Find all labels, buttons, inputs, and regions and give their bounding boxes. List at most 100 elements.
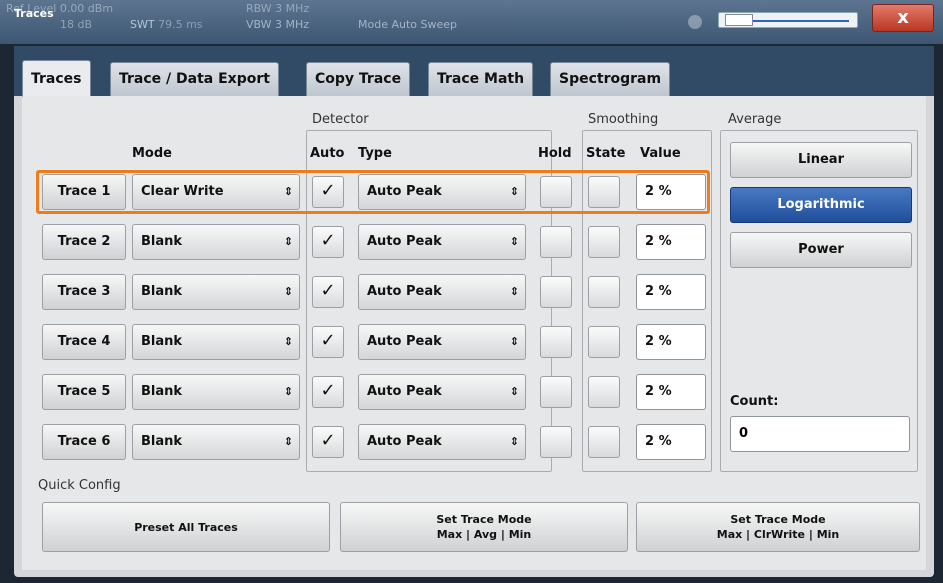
mode-text: Mode Auto Sweep <box>358 18 457 31</box>
hold-checkbox[interactable] <box>540 176 572 208</box>
trace-mode-select[interactable]: Blank ⇕ <box>132 274 300 310</box>
tab-trace-math[interactable]: Trace Math <box>428 62 534 96</box>
smoothing-value-input[interactable]: 2 % <box>636 224 706 260</box>
mode-column-header: Mode <box>132 146 172 161</box>
rbw-text: RBW 3 MHz <box>246 2 310 15</box>
smoothing-state-checkbox[interactable] <box>588 276 620 308</box>
average-header: Average <box>728 112 782 127</box>
tab-strip: Traces Trace / Data Export Copy Trace Tr… <box>14 46 934 98</box>
average-logarithmic-button[interactable]: Logarithmic <box>730 187 912 223</box>
average-linear-button[interactable]: Linear <box>730 142 912 178</box>
smoothing-state-checkbox[interactable] <box>588 376 620 408</box>
type-column-header: Type <box>358 146 392 161</box>
smoothing-value-input[interactable]: 2 % <box>636 174 706 210</box>
trace-mode-value: Blank <box>141 234 183 249</box>
detector-type-select[interactable]: Auto Peak ⇕ <box>358 174 526 210</box>
detector-type-select[interactable]: Auto Peak ⇕ <box>358 424 526 460</box>
tab-trace-data-export[interactable]: Trace / Data Export <box>110 62 279 96</box>
checkmark-icon: ✓ <box>320 280 336 301</box>
updown-arrow-icon: ⇕ <box>509 185 519 198</box>
smoothing-state-checkbox[interactable] <box>588 326 620 358</box>
smoothing-value-input[interactable]: 2 % <box>636 424 706 460</box>
trace-mode-select[interactable]: Blank ⇕ <box>132 424 300 460</box>
preset-all-traces-button[interactable]: Preset All Traces <box>42 502 330 552</box>
detector-type-select[interactable]: Auto Peak ⇕ <box>358 374 526 410</box>
smoothing-state-checkbox[interactable] <box>588 226 620 258</box>
transparency-slider[interactable] <box>718 12 858 28</box>
detector-type-value: Auto Peak <box>367 234 442 249</box>
slider-thumb[interactable] <box>725 14 753 26</box>
detector-type-value: Auto Peak <box>367 434 442 449</box>
checkmark-icon: ✓ <box>320 230 336 251</box>
detector-auto-checkbox[interactable]: ✓ <box>312 226 344 258</box>
trace-mode-select[interactable]: Blank ⇕ <box>132 324 300 360</box>
detector-type-value: Auto Peak <box>367 184 442 199</box>
trace-button[interactable]: Trace 4 <box>42 324 126 360</box>
set-trace-mode-max-clrwrite-min-button[interactable]: Set Trace Mode Max | ClrWrite | Min <box>636 502 920 552</box>
tab-copy-trace[interactable]: Copy Trace <box>306 62 411 96</box>
average-power-button[interactable]: Power <box>730 232 912 268</box>
quick-config-label: Quick Config <box>38 478 121 493</box>
set-trace-mode-max-avg-min-button[interactable]: Set Trace Mode Max | Avg | Min <box>340 502 628 552</box>
trace-button[interactable]: Trace 3 <box>42 274 126 310</box>
updown-arrow-icon: ⇕ <box>509 385 519 398</box>
hold-checkbox[interactable] <box>540 426 572 458</box>
smoothing-value-input[interactable]: 2 % <box>636 374 706 410</box>
tab-traces[interactable]: Traces <box>22 60 91 98</box>
smoothing-value-input[interactable]: 2 % <box>636 324 706 360</box>
trace-mode-select[interactable]: Blank ⇕ <box>132 224 300 260</box>
status-bar: Ref Level 0.00 dBm Traces 18 dB SWT 79.5… <box>0 0 943 44</box>
detector-auto-checkbox[interactable]: ✓ <box>312 276 344 308</box>
count-input[interactable]: 0 <box>730 416 910 452</box>
hold-column-header: Hold <box>538 146 572 161</box>
trace-mode-value: Blank <box>141 434 183 449</box>
detector-auto-checkbox[interactable]: ✓ <box>312 376 344 408</box>
detector-type-select[interactable]: Auto Peak ⇕ <box>358 224 526 260</box>
checkmark-icon: ✓ <box>320 430 336 451</box>
updown-arrow-icon: ⇕ <box>283 385 293 398</box>
trace-button[interactable]: Trace 5 <box>42 374 126 410</box>
trace-mode-value: Clear Write <box>141 184 224 199</box>
hold-checkbox[interactable] <box>540 326 572 358</box>
count-label: Count: <box>730 394 779 409</box>
hold-checkbox[interactable] <box>540 226 572 258</box>
att-text: 18 dB <box>60 18 93 31</box>
traces-dialog: Traces Trace / Data Export Copy Trace Tr… <box>14 46 934 577</box>
smoothing-header: Smoothing <box>588 112 659 127</box>
hold-checkbox[interactable] <box>540 276 572 308</box>
updown-arrow-icon: ⇕ <box>283 335 293 348</box>
detector-type-select[interactable]: Auto Peak ⇕ <box>358 324 526 360</box>
smoothing-state-checkbox[interactable] <box>588 426 620 458</box>
vbw-text: VBW 3 MHz <box>246 18 310 31</box>
trace-mode-value: Blank <box>141 334 183 349</box>
updown-arrow-icon: ⇕ <box>509 335 519 348</box>
checkmark-icon: ✓ <box>320 330 336 351</box>
trace-mode-value: Blank <box>141 284 183 299</box>
detector-auto-checkbox[interactable]: ✓ <box>312 176 344 208</box>
updown-arrow-icon: ⇕ <box>509 435 519 448</box>
close-button[interactable]: x <box>872 4 934 32</box>
dialog-title: Traces <box>14 7 54 20</box>
updown-arrow-icon: ⇕ <box>509 235 519 248</box>
smoothing-value-input[interactable]: 2 % <box>636 274 706 310</box>
detector-type-select[interactable]: Auto Peak ⇕ <box>358 274 526 310</box>
checkmark-icon: ✓ <box>320 380 336 401</box>
trace-button[interactable]: Trace 1 <box>42 174 126 210</box>
swt-text: SWT 79.5 ms <box>130 18 203 31</box>
trace-mode-select[interactable]: Blank ⇕ <box>132 374 300 410</box>
trace-button[interactable]: Trace 6 <box>42 424 126 460</box>
detector-type-value: Auto Peak <box>367 334 442 349</box>
tab-spectrogram[interactable]: Spectrogram <box>550 62 671 96</box>
detector-auto-checkbox[interactable]: ✓ <box>312 426 344 458</box>
traces-tab-content: Detector Smoothing Average Mode Auto Typ… <box>22 96 926 570</box>
close-icon: x <box>897 7 909 28</box>
updown-arrow-icon: ⇕ <box>283 285 293 298</box>
smoothing-state-checkbox[interactable] <box>588 176 620 208</box>
trace-mode-select[interactable]: Clear Write ⇕ <box>132 174 300 210</box>
detector-header: Detector <box>312 112 369 127</box>
auto-column-header: Auto <box>310 146 345 161</box>
trace-button[interactable]: Trace 2 <box>42 224 126 260</box>
updown-arrow-icon: ⇕ <box>283 185 293 198</box>
hold-checkbox[interactable] <box>540 376 572 408</box>
detector-auto-checkbox[interactable]: ✓ <box>312 326 344 358</box>
